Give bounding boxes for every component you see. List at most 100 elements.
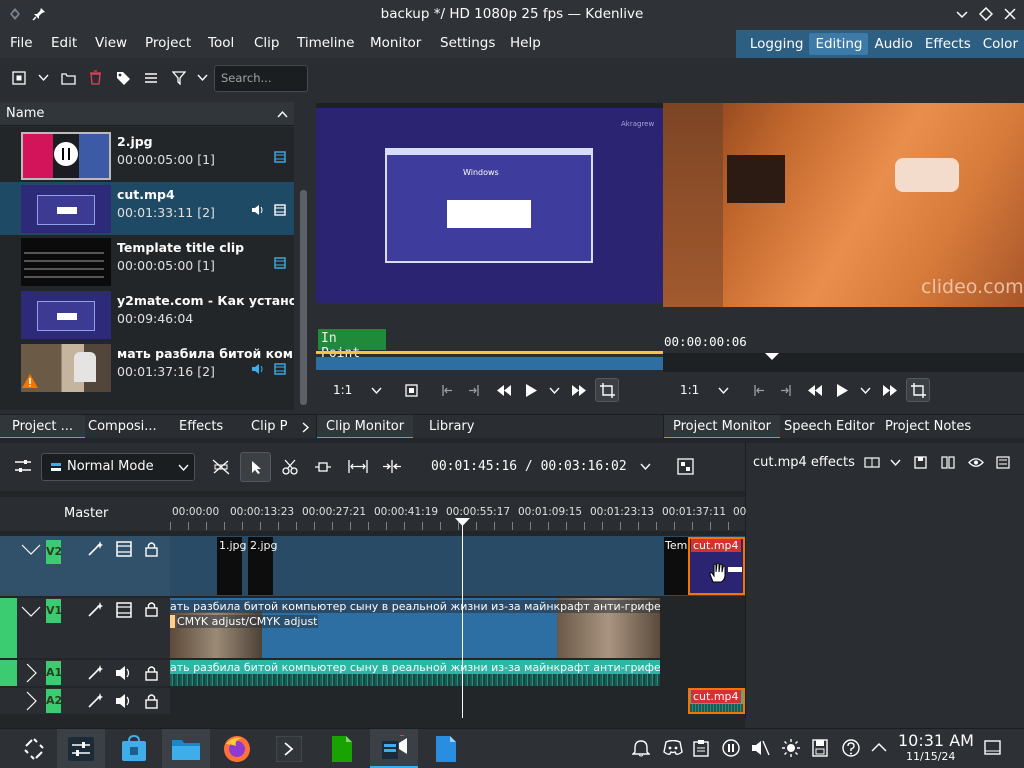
magic-wand-icon[interactable] — [88, 693, 103, 708]
set-out-icon[interactable] — [780, 384, 792, 397]
magic-wand-icon[interactable] — [88, 665, 103, 680]
track-header-a2[interactable]: A2 — [0, 688, 170, 714]
project-monitor-ruler[interactable] — [663, 353, 1024, 372]
list-item[interactable]: y2mate.com - Как установи 00:09:46:04 — [0, 288, 294, 341]
timeline-clip-selected[interactable]: cut.mp4 — [688, 537, 745, 595]
film-icon[interactable] — [116, 602, 132, 618]
timeline-audio-clip[interactable]: ать разбила битой компьютер сыну в реаль… — [170, 660, 660, 686]
tag-icon[interactable] — [116, 71, 131, 85]
clip-zoom-select[interactable]: 1:1 — [333, 383, 352, 397]
bin-column-header[interactable]: Name — [0, 102, 294, 126]
track-header-a1[interactable]: A1 — [0, 660, 170, 686]
set-in-icon[interactable] — [753, 384, 765, 397]
chevron-down-icon[interactable] — [860, 387, 871, 395]
tab-clip-monitor[interactable]: Clip Monitor — [317, 415, 414, 439]
collapse-chevron-icon[interactable] — [21, 606, 41, 617]
timeline-clip[interactable]: 1.jpg — [217, 537, 247, 595]
playhead-marker-icon[interactable] — [455, 518, 470, 527]
master-header[interactable]: Master — [0, 497, 170, 531]
menu-tool[interactable]: Tool — [208, 35, 234, 51]
film-icon[interactable] — [116, 541, 132, 557]
crop-button[interactable] — [595, 378, 619, 402]
expand-chevron-icon[interactable] — [26, 691, 37, 711]
filter-icon[interactable] — [172, 71, 186, 85]
show-desktop-icon[interactable] — [984, 740, 1001, 755]
lock-icon[interactable] — [145, 693, 158, 709]
compare-icon[interactable] — [864, 457, 880, 468]
edit-mode-select[interactable]: Normal Mode — [41, 453, 195, 481]
menu-monitor[interactable]: Monitor — [370, 35, 421, 51]
magic-wand-icon[interactable] — [88, 541, 103, 556]
collapse-chevron-icon[interactable] — [21, 544, 41, 555]
chevron-down-icon[interactable] — [38, 74, 49, 82]
set-out-icon[interactable] — [468, 384, 480, 397]
layout-editing[interactable]: Editing — [809, 33, 869, 55]
lock-icon[interactable] — [145, 601, 158, 617]
tab-library[interactable]: Library — [429, 419, 474, 434]
clip-monitor-ruler[interactable] — [316, 357, 663, 370]
tab-project-monitor[interactable]: Project Monitor — [664, 415, 781, 439]
magic-wand-icon[interactable] — [88, 602, 103, 617]
help-icon[interactable] — [842, 739, 860, 757]
notifications-icon[interactable] — [632, 739, 650, 757]
taskbar-dolphin[interactable] — [162, 729, 210, 768]
split-compare-icon[interactable] — [941, 456, 955, 469]
selection-tool-button[interactable] — [240, 452, 271, 482]
layout-audio[interactable]: Audio — [868, 33, 918, 55]
menu-timeline[interactable]: Timeline — [297, 35, 354, 51]
clock-time[interactable]: 10:31 AM — [898, 731, 974, 750]
add-clip-icon[interactable] — [12, 71, 26, 85]
tab-project-notes[interactable]: Project Notes — [885, 419, 971, 434]
list-item[interactable]: cut.mp4 00:01:33:11 [2] — [0, 182, 294, 235]
track-header-v2[interactable]: V2 — [0, 536, 170, 596]
taskbar-kdenlive[interactable] — [370, 729, 418, 768]
media-pause-icon[interactable] — [722, 739, 740, 757]
tab-compositions[interactable]: Composi... — [88, 419, 157, 434]
timeline-clip[interactable]: 2.jpg — [248, 537, 278, 595]
minimize-icon[interactable] — [955, 8, 969, 22]
layout-effects[interactable]: Effects — [919, 33, 977, 55]
storage-icon[interactable] — [812, 739, 828, 757]
chevron-down-icon[interactable] — [890, 459, 901, 467]
clipboard-icon[interactable] — [693, 739, 709, 757]
brightness-icon[interactable] — [782, 739, 800, 757]
discover-app-icon[interactable] — [121, 735, 147, 763]
sort-chevron-icon[interactable] — [277, 110, 288, 118]
menu-clip[interactable]: Clip — [254, 35, 280, 51]
menu-view[interactable]: View — [95, 35, 127, 51]
project-monitor-frame[interactable]: clideo.com — [663, 103, 1024, 307]
speaker-icon[interactable] — [115, 693, 132, 709]
maximize-icon[interactable] — [979, 7, 993, 21]
chevron-down-icon[interactable] — [640, 463, 651, 471]
tab-clip-properties[interactable]: Clip P — [251, 419, 288, 434]
chevron-down-icon[interactable] — [718, 387, 729, 395]
expand-chevron-icon[interactable] — [26, 663, 37, 683]
tray-expand-icon[interactable] — [871, 742, 887, 752]
razor-toggle-icon[interactable] — [212, 459, 230, 475]
rewind-icon[interactable] — [496, 384, 512, 397]
track-header-v1[interactable]: V1 — [0, 598, 170, 658]
timeline-position[interactable]: 00:01:45:16 / 00:03:16:02 — [431, 459, 627, 474]
ripple-tool-icon[interactable] — [348, 459, 368, 474]
list-item[interactable]: мать разбила битой компь 00:01:37:16 [2] — [0, 341, 294, 394]
discord-icon[interactable] — [663, 740, 683, 756]
timeline-preview-icon[interactable] — [677, 458, 694, 475]
lock-icon[interactable] — [145, 541, 158, 557]
chevron-down-icon[interactable] — [197, 74, 208, 82]
tab-project-bin[interactable]: Project ... — [0, 415, 86, 439]
clip-zone-bar[interactable] — [316, 351, 663, 354]
view-list-icon[interactable] — [144, 72, 158, 84]
list-item[interactable]: 2.jpg 00:00:05:00 [1] — [0, 129, 294, 182]
bin-search-input[interactable]: Search... — [214, 65, 308, 92]
speaker-icon[interactable] — [115, 665, 132, 681]
menu-settings[interactable]: Settings — [440, 35, 495, 51]
play-icon[interactable] — [525, 383, 538, 398]
crop-button[interactable] — [906, 378, 930, 402]
menu-edit[interactable]: Edit — [51, 35, 77, 51]
play-icon[interactable] — [836, 383, 849, 398]
volume-muted-icon[interactable] — [751, 739, 770, 757]
rewind-icon[interactable] — [807, 384, 823, 397]
project-zoom-select[interactable]: 1:1 — [680, 383, 699, 397]
eye-icon[interactable] — [968, 457, 984, 468]
bin-scrollbar[interactable] — [300, 190, 307, 405]
